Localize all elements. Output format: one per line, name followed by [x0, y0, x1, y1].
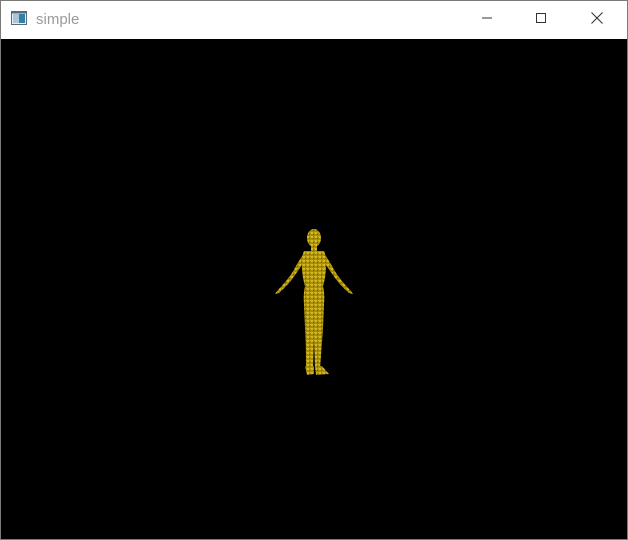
render-viewport[interactable] [1, 39, 627, 539]
maximize-button[interactable] [518, 1, 564, 39]
close-icon [590, 11, 604, 30]
golden-human-figure [275, 229, 353, 375]
maximize-icon [535, 11, 547, 29]
title-bar[interactable]: simple [1, 1, 627, 39]
app-window-icon [11, 11, 27, 25]
close-button[interactable] [574, 1, 620, 39]
minimize-button[interactable] [464, 1, 510, 39]
window-title: simple [36, 11, 80, 28]
app-window: simple [0, 0, 628, 540]
minimize-icon [481, 11, 493, 29]
